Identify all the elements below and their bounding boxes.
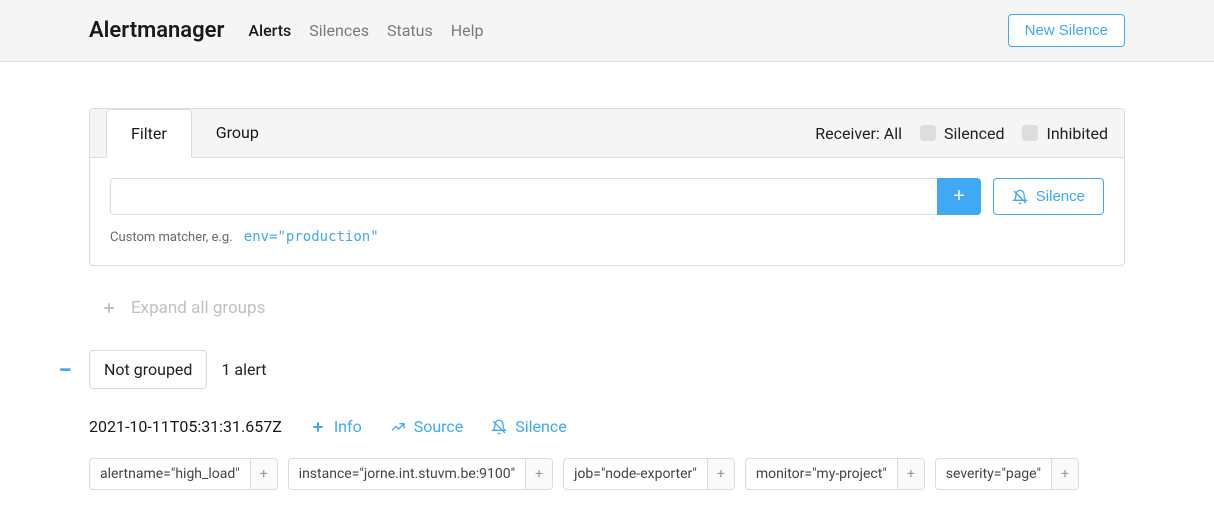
expand-all-label: Expand all groups bbox=[131, 298, 265, 318]
group-label[interactable]: Not grouped bbox=[89, 350, 207, 389]
alert-row: 2021-10-11T05:31:31.657Z Info Source Sil… bbox=[89, 417, 1125, 436]
new-silence-button[interactable]: New Silence bbox=[1008, 14, 1125, 47]
receiver-label: Receiver: All bbox=[815, 124, 902, 143]
group-row: − Not grouped 1 alert bbox=[55, 350, 1125, 389]
tag-add-button[interactable]: + bbox=[526, 459, 552, 489]
tag-text: instance="jorne.int.stuvm.be:9100" bbox=[289, 459, 526, 489]
info-link[interactable]: Info bbox=[310, 417, 362, 436]
tag-text: severity="page" bbox=[936, 459, 1052, 489]
tags-row: alertname="high_load" + instance="jorne.… bbox=[89, 458, 1125, 490]
filter-hint: Custom matcher, e.g. env="production" bbox=[110, 229, 1104, 245]
filter-input[interactable] bbox=[110, 178, 937, 215]
tag-instance: instance="jorne.int.stuvm.be:9100" + bbox=[288, 458, 553, 490]
tag-add-button[interactable]: + bbox=[251, 459, 277, 489]
card-header: Filter Group Receiver: All Silenced Inhi… bbox=[90, 109, 1124, 158]
inhibited-label: Inhibited bbox=[1046, 124, 1108, 143]
nav-alerts[interactable]: Alerts bbox=[248, 21, 291, 40]
tag-severity: severity="page" + bbox=[935, 458, 1079, 490]
collapse-group-button[interactable]: − bbox=[55, 358, 75, 382]
plus-icon bbox=[310, 419, 326, 435]
bell-off-icon bbox=[1012, 189, 1028, 205]
bell-off-icon bbox=[491, 419, 507, 435]
chart-icon bbox=[390, 419, 406, 435]
checkbox-icon bbox=[1022, 125, 1038, 141]
tag-add-button[interactable]: + bbox=[1052, 459, 1078, 489]
tag-monitor: monitor="my-project" + bbox=[745, 458, 925, 490]
plus-icon bbox=[101, 300, 117, 316]
tag-text: monitor="my-project" bbox=[746, 459, 898, 489]
alert-timestamp: 2021-10-11T05:31:31.657Z bbox=[89, 417, 282, 436]
silenced-checkbox[interactable]: Silenced bbox=[920, 124, 1004, 143]
source-link[interactable]: Source bbox=[390, 417, 464, 436]
tag-add-button[interactable]: + bbox=[898, 459, 924, 489]
silence-link[interactable]: Silence bbox=[491, 417, 566, 436]
silenced-label: Silenced bbox=[944, 124, 1004, 143]
nav-links: Alerts Silences Status Help bbox=[248, 21, 1007, 40]
add-matcher-button[interactable]: + bbox=[937, 178, 981, 215]
brand: Alertmanager bbox=[89, 18, 224, 43]
nav-help[interactable]: Help bbox=[451, 21, 484, 40]
tab-filter[interactable]: Filter bbox=[106, 109, 192, 158]
silence-button[interactable]: Silence bbox=[993, 178, 1104, 215]
inhibited-checkbox[interactable]: Inhibited bbox=[1022, 124, 1108, 143]
navbar: Alertmanager Alerts Silences Status Help… bbox=[0, 0, 1214, 62]
alert-count: 1 alert bbox=[221, 360, 266, 379]
tab-group[interactable]: Group bbox=[192, 109, 283, 157]
hint-example: env="production" bbox=[244, 229, 379, 245]
tag-alertname: alertname="high_load" + bbox=[89, 458, 278, 490]
nav-silences[interactable]: Silences bbox=[309, 21, 369, 40]
filter-card: Filter Group Receiver: All Silenced Inhi… bbox=[89, 108, 1125, 266]
silence-label: Silence bbox=[1036, 188, 1085, 205]
nav-status[interactable]: Status bbox=[387, 21, 433, 40]
tag-job: job="node-exporter" + bbox=[563, 458, 735, 490]
tag-text: job="node-exporter" bbox=[564, 459, 708, 489]
checkbox-icon bbox=[920, 125, 936, 141]
expand-all-groups[interactable]: Expand all groups bbox=[89, 290, 277, 326]
tag-add-button[interactable]: + bbox=[708, 459, 734, 489]
tag-text: alertname="high_load" bbox=[90, 459, 251, 489]
